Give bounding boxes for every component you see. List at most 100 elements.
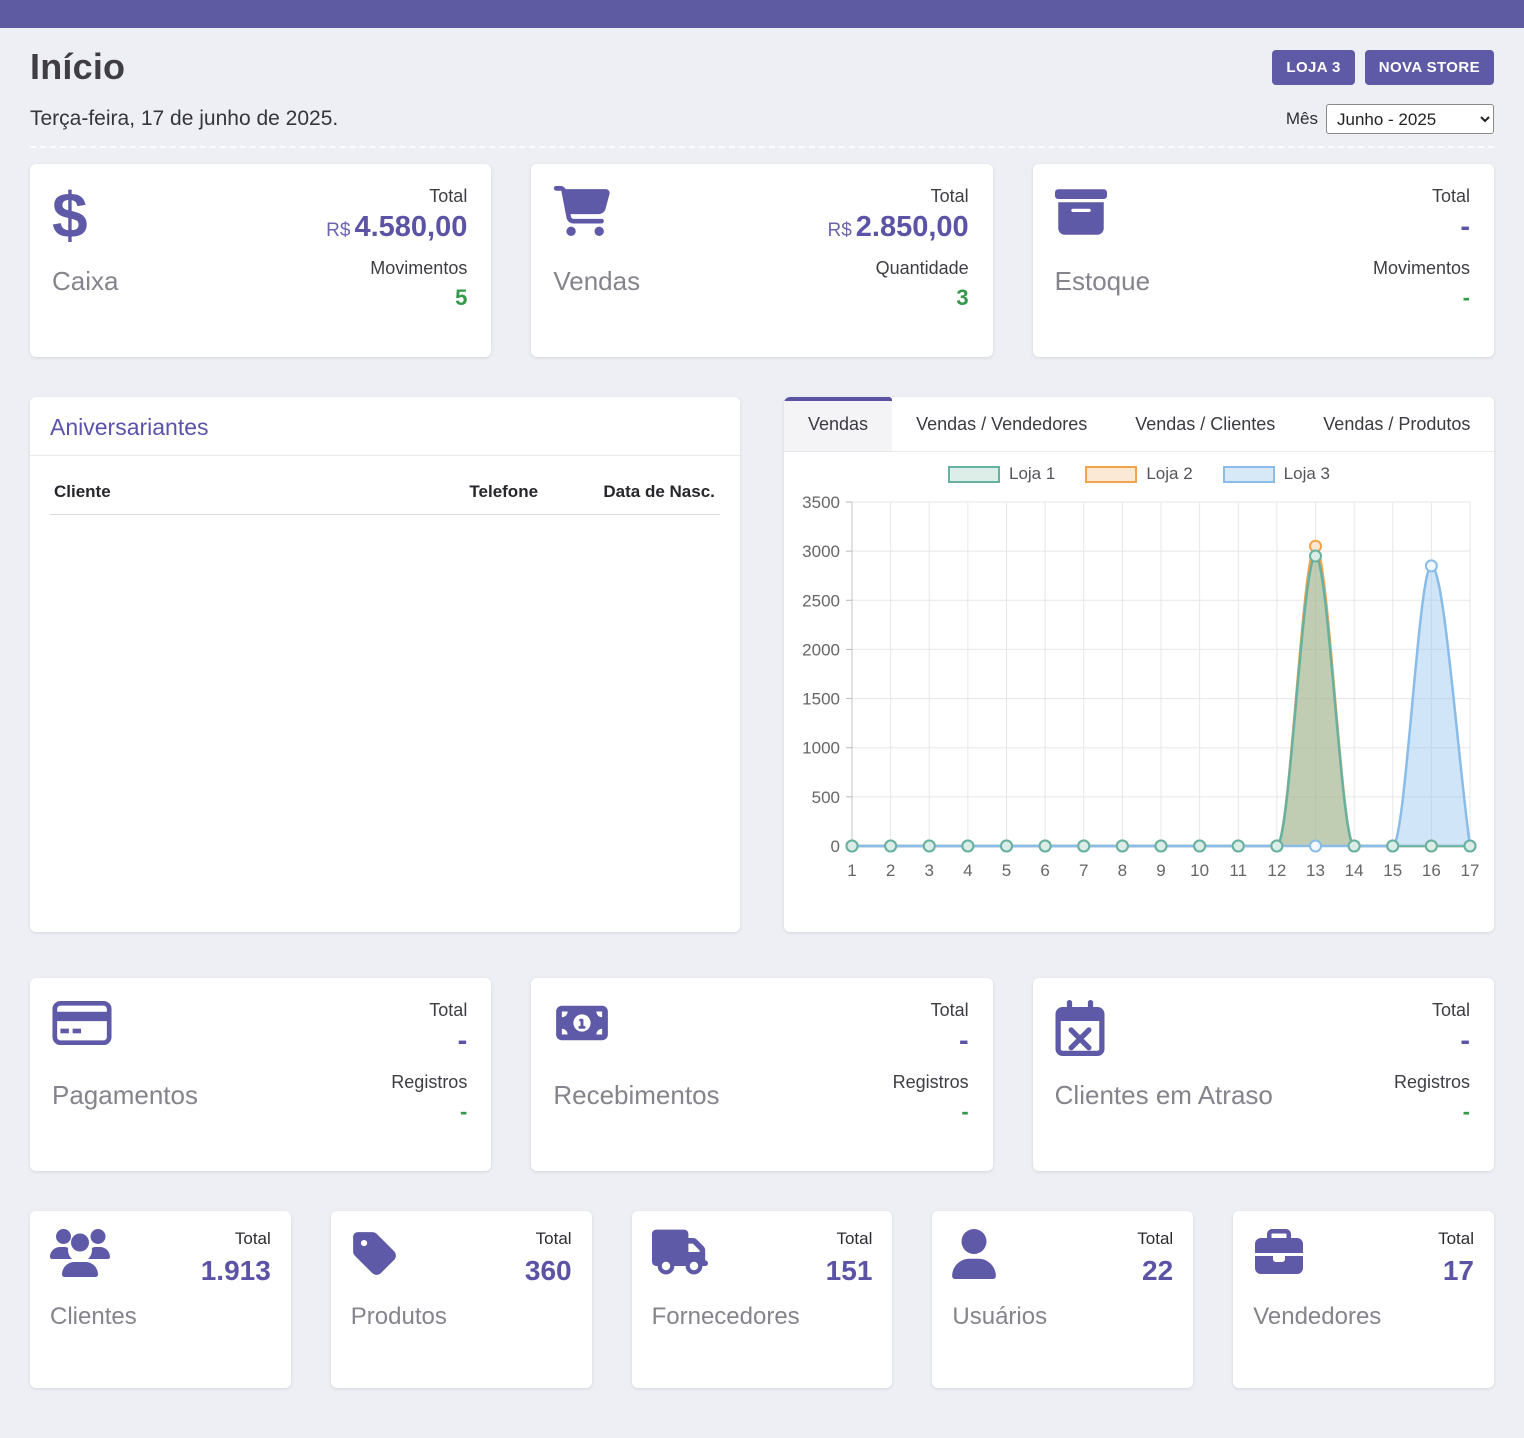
header-buttons: LOJA 3 NOVA STORE [1272,50,1494,85]
legend-swatch [1085,466,1137,483]
registros-label: Registros [893,1072,969,1093]
chart-canvas: 0500100015002000250030003500123456789101… [794,486,1484,914]
users-icon [50,1229,110,1281]
total-label: Total [826,1229,873,1249]
registros-value: - [460,1099,467,1125]
svg-text:16: 16 [1422,861,1441,880]
svg-text:11: 11 [1229,861,1247,880]
total-label: Total [1432,1000,1470,1021]
svg-text:3500: 3500 [802,493,840,512]
svg-text:5: 5 [1002,861,1011,880]
svg-text:13: 13 [1306,861,1325,880]
tab-vendas-vendedores[interactable]: Vendas / Vendedores [892,397,1111,451]
chart-legend: Loja 1 Loja 2 Loja 3 [784,464,1494,484]
column-header-data-nasc: Data de Nasc. [599,470,720,515]
money-bill-icon [553,1000,719,1062]
pagamentos-card: Pagamentos Total - Registros - [30,978,491,1171]
tab-vendas[interactable]: Vendas [784,397,892,451]
registros-label: Registros [391,1072,467,1093]
total-label: Total [1432,186,1470,207]
movimentos-value: - [1463,285,1470,311]
box-icon [1055,186,1150,248]
total-value: - [959,1025,969,1058]
calendar-xmark-icon [1055,1000,1273,1062]
total-value: R$4.580,00 [326,211,467,244]
card-label: Clientes [50,1303,271,1331]
total-label: Total [931,1000,969,1021]
sales-line-chart: 0500100015002000250030003500123456789101… [784,484,1494,922]
legend-swatch [1223,466,1275,483]
tab-vendas-produtos[interactable]: Vendas / Produtos [1299,397,1494,451]
clientes-em-atraso-card: Clientes em Atraso Total - Registros - [1033,978,1494,1171]
movimentos-label: Movimentos [370,258,467,279]
legend-item-loja-3[interactable]: Loja 3 [1223,464,1330,484]
legend-label: Loja 3 [1284,464,1330,484]
tag-icon [351,1229,399,1281]
svg-text:6: 6 [1040,861,1049,880]
svg-text:4: 4 [963,861,972,880]
legend-item-loja-1[interactable]: Loja 1 [948,464,1055,484]
svg-text:1500: 1500 [802,690,840,709]
dollar-icon: $ [52,186,88,245]
svg-text:1: 1 [847,861,856,880]
card-label: Usuários [952,1303,1173,1331]
header-divider [30,146,1494,148]
svg-text:2500: 2500 [802,591,840,610]
svg-text:3: 3 [925,861,934,880]
movimentos-value: 5 [455,285,467,311]
tab-vendas-clientes[interactable]: Vendas / Clientes [1111,397,1299,451]
registros-value: - [1463,1099,1470,1125]
svg-text:12: 12 [1267,861,1286,880]
total-label: Total [931,186,969,207]
recebimentos-card: Recebimentos Total - Registros - [531,978,992,1171]
svg-text:2: 2 [886,861,895,880]
quantidade-value: 3 [956,285,968,311]
current-date-text: Terça-feira, 17 de junho de 2025. [30,107,338,131]
total-value: 22 [1137,1255,1173,1287]
card-label: Caixa [52,266,118,297]
brand-button[interactable]: NOVA STORE [1365,50,1494,85]
svg-text:7: 7 [1079,861,1088,880]
page-title: Início [30,46,125,88]
total-label: Total [1438,1229,1474,1249]
card-label: Produtos [351,1303,572,1331]
svg-text:2000: 2000 [802,640,840,659]
briefcase-icon [1253,1229,1305,1281]
cart-icon [553,186,640,248]
usuarios-card: Total 22 Usuários [932,1211,1193,1388]
clientes-card: Total 1.913 Clientes [30,1211,291,1388]
top-accent-bar [0,0,1524,28]
credit-card-icon [52,1000,198,1062]
quantidade-label: Quantidade [876,258,969,279]
month-select[interactable]: Junho - 2025 [1326,104,1494,134]
legend-swatch [948,466,1000,483]
total-label: Total [429,1000,467,1021]
svg-text:17: 17 [1461,861,1480,880]
vendedores-card: Total 17 Vendedores [1233,1211,1494,1388]
registros-value: - [961,1099,968,1125]
svg-text:1000: 1000 [802,739,840,758]
chart-panel: Vendas Vendas / Vendedores Vendas / Clie… [784,397,1494,932]
svg-text:15: 15 [1383,861,1402,880]
total-value: 17 [1438,1255,1474,1287]
svg-text:9: 9 [1156,861,1165,880]
total-value: - [458,1025,468,1058]
total-value: 1.913 [201,1255,271,1287]
total-label: Total [1137,1229,1173,1249]
total-value: R$2.850,00 [827,211,968,244]
produtos-card: Total 360 Produtos [331,1211,592,1388]
card-label: Pagamentos [52,1080,198,1111]
estoque-card: Estoque Total - Movimentos - [1033,164,1494,357]
column-header-cliente: Cliente [50,470,465,515]
svg-text:3000: 3000 [802,542,840,561]
svg-text:500: 500 [812,788,840,807]
month-label: Mês [1286,109,1318,129]
card-label: Vendedores [1253,1303,1474,1331]
movimentos-label: Movimentos [1373,258,1470,279]
aniversariantes-title: Aniversariantes [30,397,740,456]
store-button[interactable]: LOJA 3 [1272,50,1354,85]
legend-item-loja-2[interactable]: Loja 2 [1085,464,1192,484]
card-label: Estoque [1055,266,1150,297]
truck-icon [652,1229,708,1281]
total-label: Total [201,1229,271,1249]
